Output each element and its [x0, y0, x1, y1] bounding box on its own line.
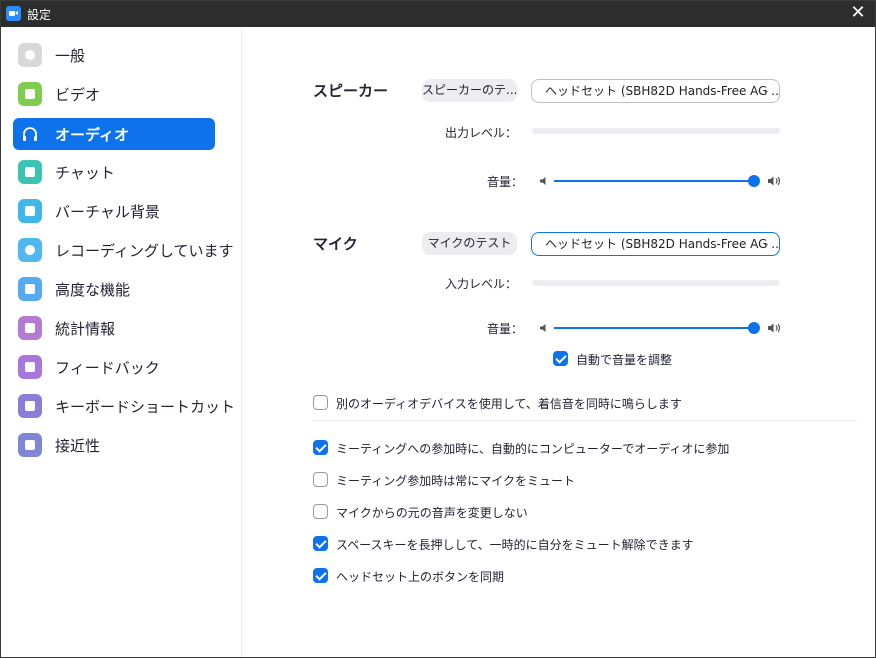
sidebar-item-advanced[interactable]: 高度な機能	[13, 273, 215, 305]
settings-window: 設定 ✕ 一般 ビデオ オーディオ チャット バーチャル背景 レコーディングして	[0, 0, 876, 658]
sidebar-item-label: レコーディングしています	[55, 242, 234, 260]
sidebar-item-keyboard-shortcuts[interactable]: キーボードショートカット	[13, 390, 235, 422]
bar-chart-icon	[18, 316, 42, 340]
slider-thumb[interactable]	[748, 175, 760, 187]
sidebar-item-label: 接近性	[55, 437, 101, 455]
speaker-volume-slider[interactable]	[539, 173, 789, 189]
sidebar-item-accessibility[interactable]: 接近性	[13, 429, 215, 461]
chat-bubble-icon	[18, 160, 42, 184]
mic-volume-label: 音量：	[486, 322, 523, 336]
audio-settings-panel: スピーカー スピーカーのテ... ヘッドセット (SBH82D Hands-Fr…	[243, 27, 875, 657]
mic-device-value: ヘッドセット (SBH82D Hands-Free AG ...	[545, 237, 780, 251]
original-sound-checkbox[interactable]	[313, 504, 328, 519]
mic-device-select[interactable]: ヘッドセット (SBH82D Hands-Free AG ... ⌄	[531, 232, 780, 256]
volume-low-icon	[540, 324, 546, 332]
ring-other-device-label: 別のオーディオデバイスを使用して、着信音を同時に鳴らします	[336, 397, 682, 411]
volume-low-icon	[540, 177, 546, 185]
section-divider	[313, 420, 857, 421]
speaker-volume-label: 音量：	[486, 175, 523, 189]
sidebar-item-virtual-background[interactable]: バーチャル背景	[13, 195, 215, 227]
output-level-meter	[532, 128, 780, 134]
volume-high-icon	[768, 323, 781, 333]
sidebar-item-label: 統計情報	[55, 320, 116, 338]
sidebar-item-audio[interactable]: オーディオ	[13, 118, 215, 150]
test-speaker-button[interactable]: スピーカーのテ...	[422, 79, 517, 102]
sync-headset-buttons-checkbox[interactable]	[313, 568, 328, 583]
mic-section-title: マイク	[313, 235, 358, 253]
slider-thumb[interactable]	[748, 322, 760, 334]
slider-fill	[554, 327, 754, 329]
original-sound-label: マイクからの元の音声を変更しない	[336, 506, 528, 520]
sidebar-item-video[interactable]: ビデオ	[13, 78, 215, 110]
close-icon[interactable]: ✕	[849, 4, 867, 22]
speaker-section-title: スピーカー	[313, 82, 389, 100]
accessibility-icon	[18, 433, 42, 457]
title-bar: 設定 ✕	[1, 1, 875, 27]
mic-volume-slider[interactable]	[539, 320, 789, 336]
auto-adjust-volume-checkbox[interactable]	[553, 351, 568, 366]
sidebar-item-recording[interactable]: レコーディングしています	[13, 234, 234, 266]
mute-mic-on-join-checkbox[interactable]	[313, 472, 328, 487]
record-icon	[18, 238, 42, 262]
push-to-talk-checkbox[interactable]	[313, 536, 328, 551]
sidebar-item-label: オーディオ	[55, 126, 129, 144]
slider-track	[554, 175, 760, 187]
sidebar-item-label: 一般	[55, 47, 86, 65]
push-to-talk-label: スペースキーを長押しして、一時的に自分をミュート解除できます	[336, 538, 694, 552]
smiley-icon	[18, 355, 42, 379]
video-camera-icon	[18, 82, 42, 106]
sidebar-item-general[interactable]: 一般	[13, 39, 215, 71]
ring-other-device-checkbox[interactable]	[313, 395, 328, 410]
window-title: 設定	[27, 8, 52, 22]
auto-join-audio-checkbox[interactable]	[313, 440, 328, 455]
sync-headset-buttons-label: ヘッドセット上のボタンを同期	[336, 570, 505, 584]
sidebar-item-feedback[interactable]: フィードバック	[13, 351, 215, 383]
gear-icon	[18, 43, 42, 67]
sidebar-item-label: 高度な機能	[55, 281, 131, 299]
mute-mic-on-join-label: ミーティング参加時は常にマイクをミュート	[336, 474, 576, 488]
sidebar-item-statistics[interactable]: 統計情報	[13, 312, 215, 344]
zoom-app-icon	[6, 6, 21, 21]
chevron-down-icon: ⌄	[762, 86, 770, 96]
sidebar-item-label: バーチャル背景	[55, 203, 160, 221]
sidebar-item-chat[interactable]: チャット	[13, 156, 215, 188]
sidebar-item-label: ビデオ	[55, 86, 101, 104]
sidebar-item-label: フィードバック	[55, 359, 160, 377]
auto-adjust-volume-label: 自動で音量を調整	[576, 353, 673, 367]
virtual-background-icon	[18, 199, 42, 223]
sidebar-item-label: キーボードショートカット	[55, 398, 236, 416]
sparkle-icon	[18, 277, 42, 301]
keyboard-icon	[18, 394, 42, 418]
sidebar-item-label: チャット	[55, 164, 115, 182]
output-level-label: 出力レベル：	[444, 126, 517, 140]
chevron-down-icon: ⌄	[762, 239, 770, 249]
test-mic-button[interactable]: マイクのテスト	[422, 232, 517, 255]
speaker-device-select[interactable]: ヘッドセット (SBH82D Hands-Free AG ... ⌄	[531, 79, 780, 103]
input-level-label: 入力レベル：	[444, 277, 517, 291]
slider-fill	[554, 180, 754, 182]
input-level-meter	[532, 280, 780, 286]
speaker-device-value: ヘッドセット (SBH82D Hands-Free AG ...	[545, 84, 780, 98]
headphones-icon	[18, 122, 42, 146]
auto-join-audio-label: ミーティングへの参加時に、自動的にコンピューターでオーディオに参加	[336, 442, 730, 456]
slider-track	[554, 322, 760, 334]
volume-high-icon	[768, 176, 781, 186]
settings-sidebar: 一般 ビデオ オーディオ チャット バーチャル背景 レコーディングしています 高…	[1, 27, 242, 657]
